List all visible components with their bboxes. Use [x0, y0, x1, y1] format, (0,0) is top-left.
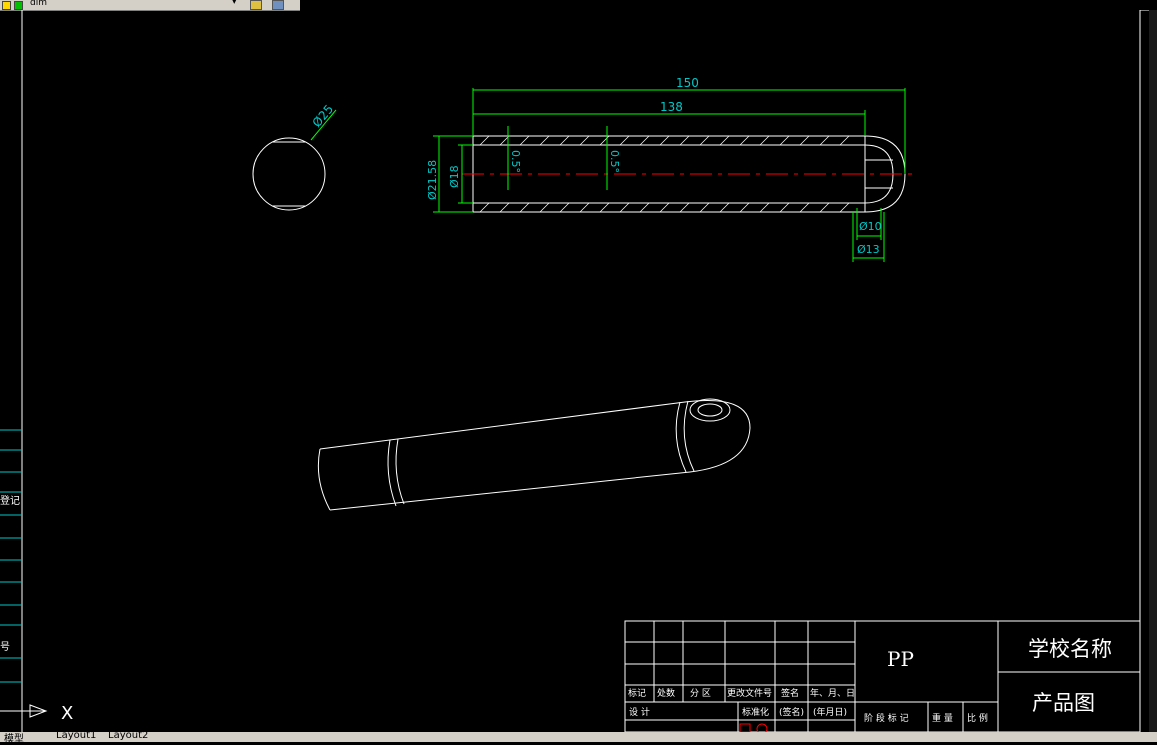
tab-layout2[interactable]: Layout2	[108, 730, 148, 741]
hole-outer-diameter-label: Ø13	[857, 243, 880, 256]
ucs-icon: X	[0, 703, 73, 724]
ucs-x-label: X	[61, 703, 73, 724]
header-mark: 标记	[628, 687, 646, 699]
layer-on-icon[interactable]	[2, 1, 11, 10]
outer-diameter-label: Ø21.58	[426, 160, 439, 200]
dimensions	[433, 88, 906, 262]
draft-angle-left-label: 0.5°	[509, 150, 522, 173]
label-weight: 重 量	[932, 712, 953, 724]
layer-color-icon[interactable]	[14, 1, 23, 10]
end-view: Ø25	[252, 102, 337, 211]
header-change-doc: 更改文件号	[727, 687, 772, 699]
drawing-border	[21, 10, 1157, 732]
header-zone: 分 区	[690, 688, 711, 699]
tab-model[interactable]: 模型	[4, 730, 24, 745]
section-view	[462, 135, 918, 213]
school-name: 学校名称	[1028, 637, 1112, 661]
layer-state-icon[interactable]	[250, 0, 262, 10]
drawing-canvas[interactable]: 登记 号 Ø25 150 138 Ø21.58 Ø18 0.5° 0.5° Ø1…	[0, 10, 1157, 732]
layout-tabs: 模型 Layout1 Layout2	[0, 730, 1157, 745]
inner-length-label: 138	[660, 100, 683, 114]
left-label-upper: 登记	[0, 494, 20, 507]
circle-diameter-label: Ø25	[310, 102, 337, 130]
layer-name[interactable]: dim	[30, 0, 47, 8]
left-label-lower: 号	[0, 641, 10, 653]
header-count: 处数	[657, 687, 675, 699]
projection-symbol-icon	[739, 723, 768, 732]
layer-dropdown-chevron-icon[interactable]: ▾	[232, 0, 237, 7]
label-stage-mark: 阶 段 标 记	[864, 712, 909, 724]
material-label: PP	[887, 647, 914, 671]
layer-previous-icon[interactable]	[272, 0, 284, 10]
drawing-name: 产品图	[1032, 691, 1095, 715]
row-signature: (签名)	[779, 706, 804, 718]
tab-layout1[interactable]: Layout1	[56, 730, 96, 741]
isometric-view	[317, 398, 751, 511]
label-scale: 比 例	[967, 712, 988, 724]
header-signature: 签名	[781, 687, 799, 699]
row-standardization: 标准化	[742, 706, 769, 718]
header-date: 年、月、日	[810, 687, 855, 699]
vertical-scrollbar[interactable]	[1149, 10, 1157, 732]
row-date: (年月日)	[813, 706, 847, 718]
hole-diameter-label: Ø10	[859, 220, 882, 233]
overall-length-label: 150	[676, 76, 699, 90]
bore-diameter-label: Ø18	[448, 165, 461, 188]
row-design: 设 计	[629, 706, 650, 718]
draft-angle-right-label: 0.5°	[608, 150, 621, 173]
